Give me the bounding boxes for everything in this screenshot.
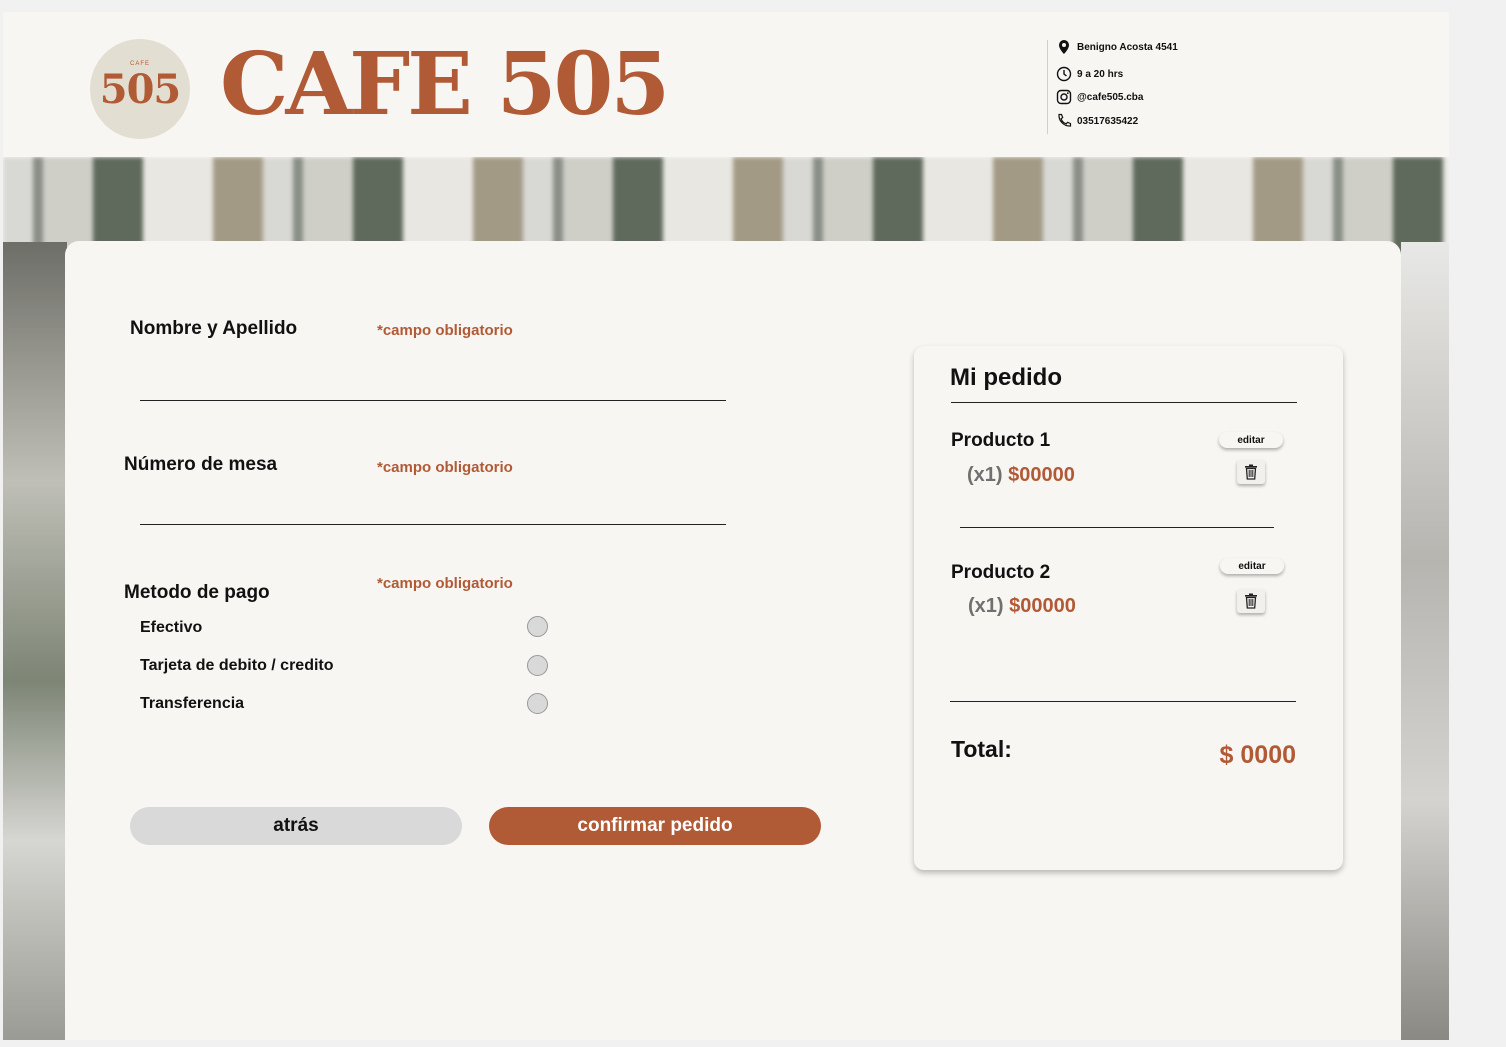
trash-icon — [1245, 593, 1257, 609]
phone-row[interactable]: 03517635422 — [1056, 113, 1138, 129]
order-total-label: Total: — [951, 736, 1012, 762]
name-input[interactable] — [140, 400, 726, 401]
payment-option-transfer-radio[interactable] — [527, 693, 548, 714]
payment-option-cash-label: Efectivo — [140, 619, 203, 636]
order-title: Mi pedido — [950, 364, 1062, 391]
name-required-note: *campo obligatorio — [377, 322, 513, 339]
order-item-1-qty: (x1) — [967, 464, 1003, 486]
instagram-icon — [1056, 89, 1072, 105]
order-item-2-qty-price: (x1) $00000 — [968, 595, 1076, 618]
address-row: Benigno Acosta 4541 — [1056, 39, 1178, 55]
order-item-1-price: $00000 — [1008, 464, 1075, 486]
phone-text[interactable]: 03517635422 — [1077, 116, 1138, 127]
order-item-2-price: $00000 — [1009, 595, 1076, 617]
order-item-1-qty-price: (x1) $00000 — [967, 464, 1075, 487]
address-text: Benigno Acosta 4541 — [1077, 41, 1178, 53]
order-item-2-edit-button[interactable]: editar — [1220, 558, 1284, 574]
checkout-card: Nombre y Apellido *campo obligatorio Núm… — [65, 241, 1401, 1040]
order-total-divider — [950, 701, 1296, 702]
back-button[interactable]: atrás — [130, 807, 462, 845]
table-number-input[interactable] — [140, 524, 726, 525]
background-photo-right — [1401, 242, 1449, 1040]
order-title-divider — [951, 402, 1297, 403]
name-label: Nombre y Apellido — [130, 318, 298, 339]
order-item-2-qty: (x1) — [968, 595, 1004, 617]
header: CAFE 505 CAFE 505 Benigno Acosta 4541 9 … — [3, 12, 1449, 157]
payment-method-label: Metodo de pago — [124, 582, 270, 603]
order-item-2-name: Producto 2 — [951, 562, 1051, 583]
header-divider — [1047, 40, 1048, 134]
hours-text: 9 a 20 hrs — [1077, 68, 1124, 80]
brand-title: CAFE 505 — [220, 34, 670, 135]
instagram-text[interactable]: @cafe505.cba — [1077, 92, 1143, 103]
hours-row: 9 a 20 hrs — [1056, 66, 1123, 82]
phone-icon — [1058, 113, 1072, 127]
order-item-1-edit-button[interactable]: editar — [1219, 432, 1283, 448]
logo-badge: CAFE 505 — [90, 39, 190, 139]
order-total-value: $ 0000 — [1219, 741, 1296, 769]
clock-icon — [1056, 66, 1072, 82]
order-summary-panel: Mi pedido Producto 1 (x1) $00000 editar … — [914, 346, 1343, 870]
confirm-order-button[interactable]: confirmar pedido — [489, 807, 821, 845]
order-item-2-delete-button[interactable] — [1237, 589, 1265, 613]
payment-option-card-radio[interactable] — [527, 655, 548, 676]
payment-option-transfer-label: Transferencia — [140, 695, 245, 712]
table-required-note: *campo obligatorio — [377, 459, 513, 476]
order-item-1-delete-button[interactable] — [1237, 460, 1265, 484]
payment-option-card-label: Tarjeta de debito / credito — [140, 657, 334, 674]
table-number-label: Número de mesa — [124, 454, 278, 475]
background-photo-left — [3, 242, 67, 1040]
payment-required-note: *campo obligatorio — [377, 575, 513, 592]
trash-icon — [1245, 464, 1257, 480]
order-item-divider — [960, 527, 1274, 528]
instagram-row[interactable]: @cafe505.cba — [1056, 89, 1143, 105]
order-item-1-name: Producto 1 — [951, 430, 1051, 451]
page-frame: CAFE 505 CAFE 505 Benigno Acosta 4541 9 … — [3, 12, 1449, 1040]
logo-number: 505 — [99, 66, 182, 113]
payment-option-cash-radio[interactable] — [527, 616, 548, 637]
location-pin-icon — [1059, 40, 1069, 54]
